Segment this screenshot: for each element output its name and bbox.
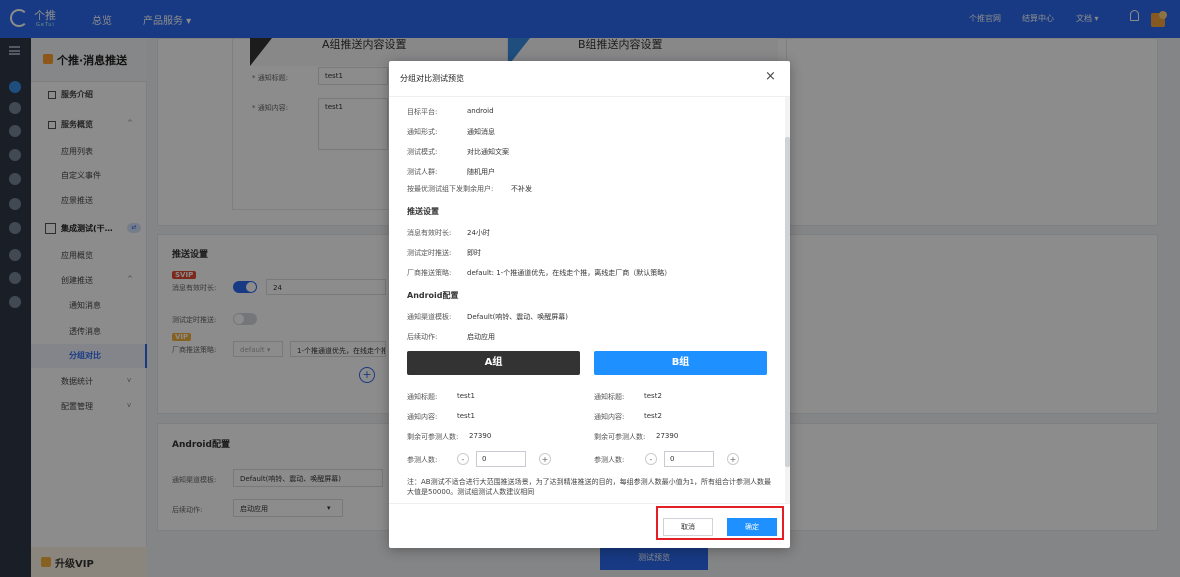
dialog-header: 分组对比测试预览 × <box>389 61 790 97</box>
channel-template-row: 通知渠道模板: Default(响铃、震动、唤醒屏幕) <box>407 313 569 321</box>
dialog-title: 分组对比测试预览 <box>400 74 464 83</box>
group-a-title-row: 通知标题: test1 <box>407 392 475 401</box>
optimal-group-row: 按最优测试组下发剩余用户: 不补发 <box>407 185 532 193</box>
dialog-scrollbar-thumb[interactable] <box>785 137 790 467</box>
group-b-count-stepper: - 0 + <box>645 451 745 467</box>
test-audience-row: 测试人群: 随机用户 <box>407 168 495 176</box>
decrease-button[interactable]: - <box>457 453 469 465</box>
group-a-tab: A组 <box>407 351 580 375</box>
group-compare-preview-dialog: 分组对比测试预览 × 目标平台: android 通知形式: 通知消息 测试模式: 对… <box>389 61 790 548</box>
notification-form-row: 通知形式: 通知消息 <box>407 128 495 136</box>
target-platform-row: 目标平台: android <box>407 107 494 116</box>
group-b-remain-row: 剩余可参测人数: 27390 <box>594 432 679 441</box>
group-a-count-input[interactable]: 0 <box>476 451 526 467</box>
decrease-button[interactable]: - <box>645 453 657 465</box>
group-b-tab: B组 <box>594 351 767 375</box>
android-config-section: Android配置 <box>407 291 459 300</box>
dialog-body: 目标平台: android 通知形式: 通知消息 测试模式: 对比通知文案 测试人群:… <box>389 97 785 503</box>
group-a-remain-row: 剩余可参测人数: 27390 <box>407 432 492 441</box>
ab-test-note: 注：AB测试不适合进行大范围推送场景，为了达到精准推送的目的，每组参测人数最小值… <box>407 478 772 496</box>
timed-push-row: 测试定时推送: 即时 <box>407 249 481 257</box>
dialog-footer: 取消 确定 <box>389 503 790 548</box>
group-a-content-row: 通知内容: test1 <box>407 412 475 421</box>
close-icon[interactable]: × <box>765 69 776 84</box>
confirm-button[interactable]: 确定 <box>727 518 777 536</box>
cancel-button[interactable]: 取消 <box>663 518 713 536</box>
test-mode-row: 测试模式: 对比通知文案 <box>407 148 509 156</box>
vendor-strategy-row: 厂商推送策略: default: 1-个推通道优先，在线走个推，离线走厂商（默认策… <box>407 269 672 277</box>
group-a-count-stepper: - 0 + <box>457 451 557 467</box>
increase-button[interactable]: + <box>727 453 739 465</box>
push-settings-section: 推送设置 <box>407 207 439 216</box>
ttl-row: 消息有效时长: 24小时 <box>407 229 490 237</box>
increase-button[interactable]: + <box>539 453 551 465</box>
group-b-count-input[interactable]: 0 <box>664 451 714 467</box>
after-action-row: 后续动作: 启动应用 <box>407 333 495 341</box>
group-b-count-label: 参测人数: <box>594 456 625 464</box>
group-b-content-row: 通知内容: test2 <box>594 412 662 421</box>
group-a-count-label: 参测人数: <box>407 456 438 464</box>
group-b-title-row: 通知标题: test2 <box>594 392 662 401</box>
